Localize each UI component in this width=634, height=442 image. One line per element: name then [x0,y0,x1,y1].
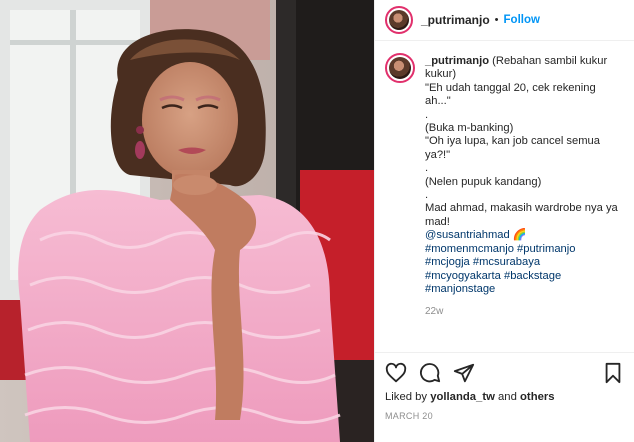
avatar[interactable] [385,6,413,34]
caption-time-ago[interactable]: 22w [425,306,624,317]
liked-by-others[interactable]: others [520,391,555,403]
actions-area: Liked by yollanda_tw and others MARCH 20 [375,352,634,442]
share-icon[interactable] [453,362,475,384]
mention-link[interactable]: @susantriahmad 🌈 [425,229,621,242]
caption-username[interactable]: _putrimanjo [425,55,489,67]
caption-avatar[interactable] [385,53,415,83]
bookmark-icon[interactable] [602,362,624,384]
caption-comment: _putrimanjo (Rebahan sambil kukur kukur)… [385,53,624,296]
post-date[interactable]: MARCH 20 [385,411,624,421]
hashtag-link[interactable]: #mcyogyakarta #backstage [425,270,621,283]
caption-line: (Nelen pupuk kandang) [425,175,542,188]
post-photo[interactable] [0,0,374,442]
separator-dot: • [494,14,499,26]
caption-line: . [425,108,429,121]
post-header: _putrimanjo • Follow [375,0,634,41]
comments-section: _putrimanjo (Rebahan sambil kukur kukur)… [375,41,634,352]
caption-line: (Buka m-banking) [425,122,514,135]
caption-line: Mad ahmad, makasih wardrobe nya ya mad! [425,202,618,228]
hashtag-link[interactable]: #manjonstage [425,283,621,296]
instagram-post: _putrimanjo • Follow _putrimanjo (Rebaha… [0,0,634,442]
caption-line: "Oh iya lupa, kan job cancel semua ya?!" [425,135,600,161]
post-photo-illustration [0,0,374,442]
comment-icon[interactable] [419,362,441,384]
hashtag-link[interactable]: #mcjogja #mcsurabaya [425,256,621,269]
liked-by-text: Liked by yollanda_tw and others [385,391,555,403]
liked-by-user[interactable]: yollanda_tw [430,391,495,403]
caption-line: . [425,189,429,202]
caption-line: "Eh udah tanggal 20, cek rekening ah..." [425,81,596,108]
post-side-panel: _putrimanjo • Follow _putrimanjo (Rebaha… [374,0,634,442]
action-bar [385,361,624,385]
caption-text: _putrimanjo (Rebahan sambil kukur kukur)… [425,55,621,296]
hashtag-link[interactable]: #momenmcmanjo #putrimanjo [425,243,621,256]
post-username[interactable]: _putrimanjo [421,13,490,27]
caption-line: . [425,162,429,175]
heart-icon[interactable] [385,362,407,384]
follow-button[interactable]: Follow [504,14,540,26]
